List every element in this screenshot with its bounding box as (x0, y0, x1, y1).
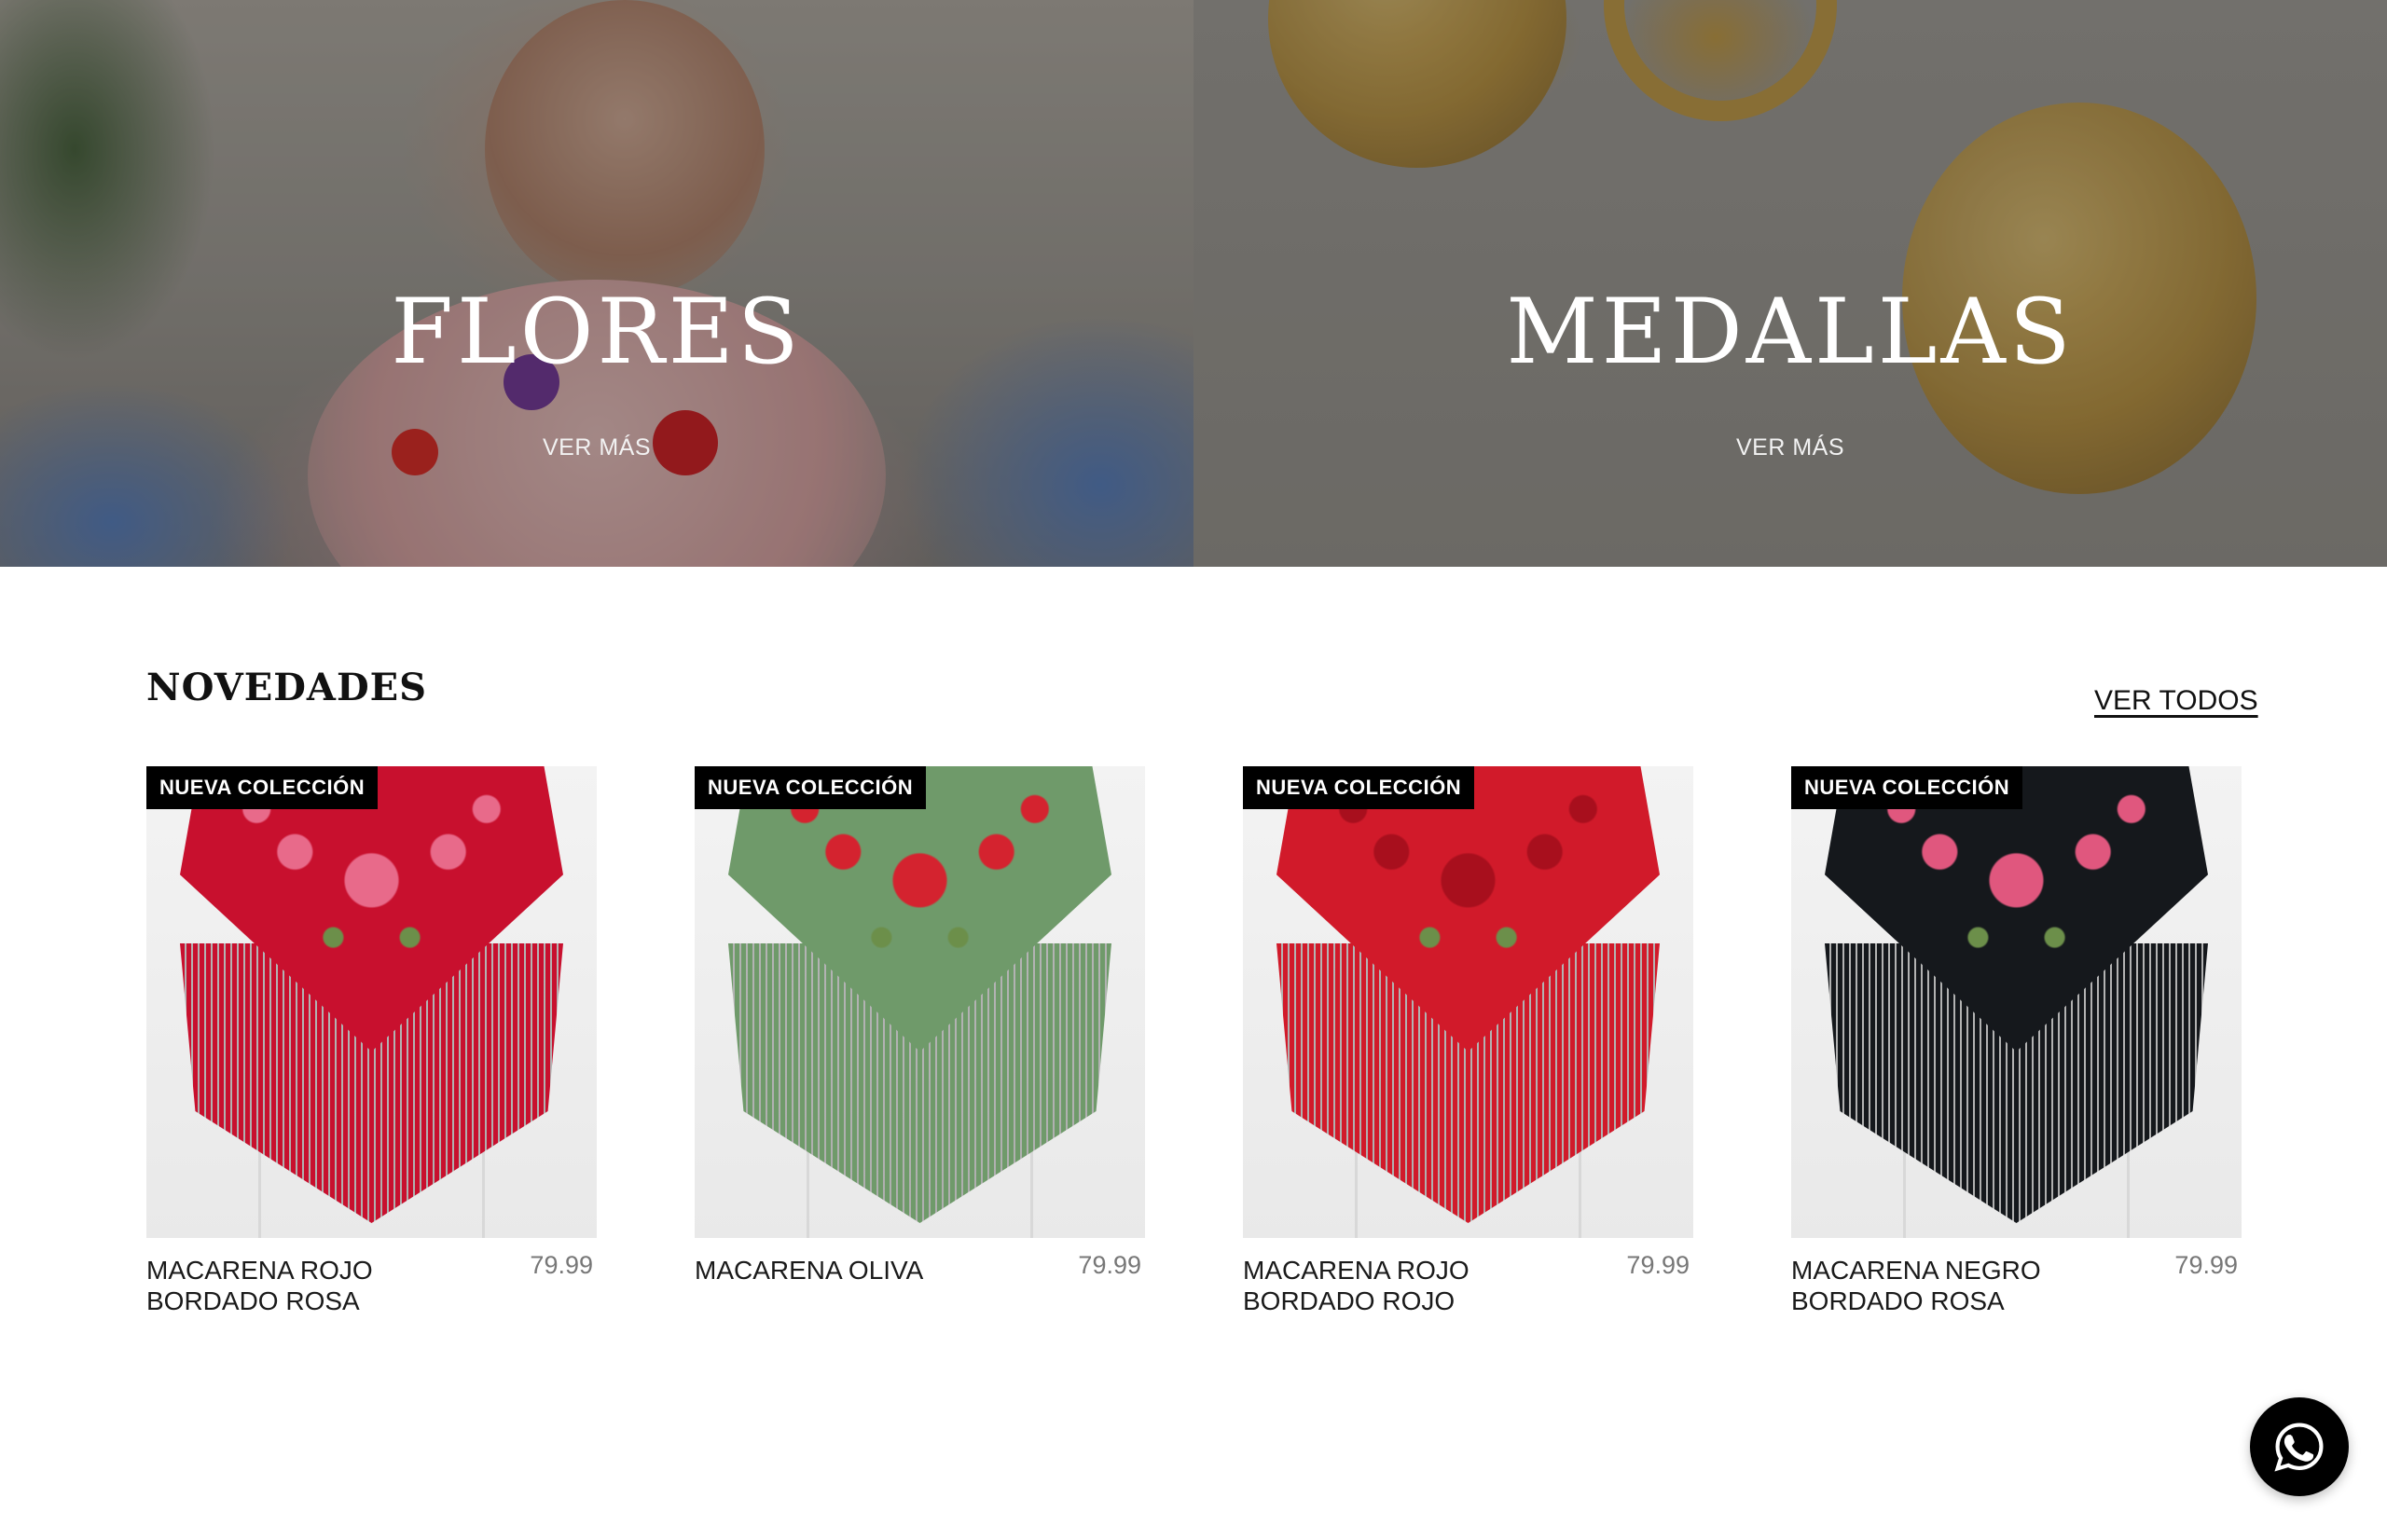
banner-title: MEDALLAS (1506, 280, 2075, 384)
banner-medallas[interactable]: MEDALLAS VER MÁS (1194, 0, 2387, 567)
hero-banners: FLORES VER MÁS MEDALLAS VER MÁS (0, 0, 2387, 567)
view-all-link[interactable]: VER TODOS (2094, 685, 2258, 717)
whatsapp-icon (2274, 1423, 2324, 1472)
product-image[interactable]: NUEVA COLECCIÓN (695, 766, 1145, 1238)
new-collection-badge: NUEVA COLECCIÓN (146, 766, 379, 809)
product-name[interactable]: MACARENA NEGRO BORDADO ROSA (1791, 1255, 2099, 1316)
product-image[interactable]: NUEVA COLECCIÓN (1791, 766, 2242, 1238)
new-collection-badge: NUEVA COLECCIÓN (1791, 766, 2023, 809)
new-collection-badge: NUEVA COLECCIÓN (1243, 766, 1475, 809)
product-image[interactable]: NUEVA COLECCIÓN (146, 766, 597, 1238)
section-title: NOVEDADES (146, 666, 428, 709)
product-info: MACARENA OLIVA 79.99 (695, 1251, 1145, 1329)
banner-link[interactable]: VER MÁS (1194, 434, 2387, 461)
banner-link[interactable]: VER MÁS (0, 434, 1194, 461)
product-info: MACARENA NEGRO BORDADO ROSA 79.99 (1791, 1251, 2242, 1329)
product-card[interactable]: NUEVA COLECCIÓN MACARENA ROJO BORDADO RO… (1243, 766, 1693, 1329)
banner-flores[interactable]: FLORES VER MÁS (0, 0, 1194, 567)
product-name[interactable]: MACARENA ROJO BORDADO ROSA (146, 1255, 454, 1316)
product-image[interactable]: NUEVA COLECCIÓN (1243, 766, 1693, 1238)
whatsapp-button[interactable] (2250, 1397, 2349, 1496)
product-name[interactable]: MACARENA ROJO BORDADO ROJO (1243, 1255, 1551, 1316)
product-card[interactable]: NUEVA COLECCIÓN MACARENA OLIVA 79.99 (695, 766, 1145, 1329)
product-name[interactable]: MACARENA OLIVA (695, 1255, 1002, 1286)
product-price: 79.99 (1078, 1251, 1141, 1279)
product-price: 79.99 (1626, 1251, 1690, 1279)
product-price: 79.99 (2174, 1251, 2238, 1279)
product-price: 79.99 (530, 1251, 593, 1279)
product-info: MACARENA ROJO BORDADO ROJO 79.99 (1243, 1251, 1693, 1329)
product-card[interactable]: NUEVA COLECCIÓN MACARENA ROJO BORDADO RO… (146, 766, 597, 1329)
product-card[interactable]: NUEVA COLECCIÓN MACARENA NEGRO BORDADO R… (1791, 766, 2242, 1329)
banner-title: FLORES (391, 280, 803, 384)
product-info: MACARENA ROJO BORDADO ROSA 79.99 (146, 1251, 597, 1329)
new-collection-badge: NUEVA COLECCIÓN (695, 766, 927, 809)
